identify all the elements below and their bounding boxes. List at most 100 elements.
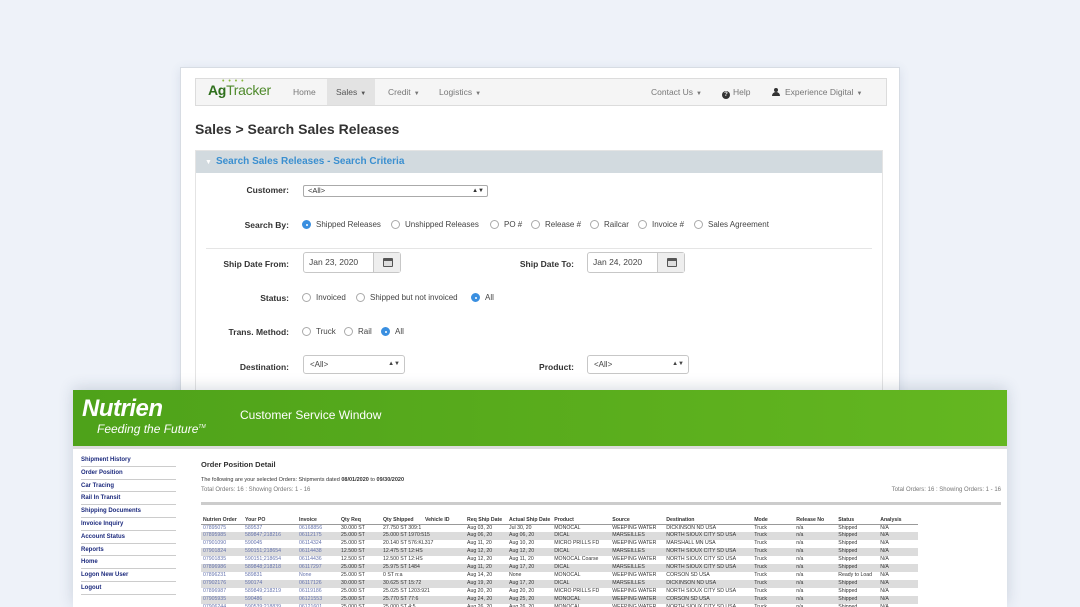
nav-logistics[interactable]: Logistics ▼: [439, 79, 481, 105]
sidebar-item-shipping-documents[interactable]: Shipping Documents: [81, 505, 176, 518]
table-row[interactable]: 07896231 589831 None 25.000 ST 0 ST n:a Aug 1…: [201, 572, 918, 580]
table-cell-link[interactable]: 06114324: [297, 540, 339, 548]
nav-contact[interactable]: Contact Us ▼: [651, 79, 702, 105]
column-header[interactable]: Actual Ship Date: [507, 512, 553, 525]
column-header[interactable]: Vehicle ID: [423, 512, 465, 525]
table-cell-link[interactable]: 590151;218654: [243, 548, 297, 557]
column-header[interactable]: Qty Shipped: [381, 512, 423, 525]
nav-user[interactable]: Experience Digital ▼: [772, 79, 862, 105]
calendar-icon[interactable]: [657, 253, 684, 272]
sidebar-item-logout[interactable]: Logout: [81, 582, 176, 595]
table-cell-link[interactable]: 07895985: [201, 532, 243, 541]
sidebar-item-account-status[interactable]: Account Status: [81, 531, 176, 544]
nutrien-logo[interactable]: Nutrien: [82, 395, 163, 423]
table-cell-link[interactable]: 590174: [243, 580, 297, 589]
radio-railcar[interactable]: Railcar: [590, 220, 629, 229]
table-cell-link[interactable]: 589849;218219: [243, 588, 297, 596]
column-header[interactable]: Product: [552, 512, 611, 525]
sidebar-item-car-tracing[interactable]: Car Tracing: [81, 480, 176, 493]
table-cell-link[interactable]: 590045: [243, 540, 297, 548]
column-header[interactable]: Invoice: [297, 512, 339, 525]
table-cell-link[interactable]: 06117297: [297, 564, 339, 573]
sidebar-item-rail-in-transit[interactable]: Rail In Transit: [81, 492, 176, 506]
table-cell-link[interactable]: 589831: [243, 572, 297, 580]
column-header[interactable]: Your PO: [243, 512, 297, 525]
nav-sales[interactable]: Sales ▼: [327, 79, 376, 105]
table-cell-link[interactable]: 589848;218218: [243, 564, 297, 573]
radio-shipped-releases[interactable]: Shipped Releases: [302, 220, 381, 229]
destination-select[interactable]: <All> ▲▼: [303, 355, 405, 374]
nav-credit[interactable]: Credit ▼: [388, 79, 420, 105]
table-cell-link[interactable]: 07905935: [201, 596, 243, 605]
table-row[interactable]: 07902176 590174 06117126 30.000 ST 30.625 ST…: [201, 580, 919, 589]
table-cell-link[interactable]: 589537: [243, 524, 297, 532]
radio-po[interactable]: PO #: [490, 220, 522, 229]
table-row[interactable]: 07895985 589847;218216 06112175 25.000 ST 25…: [201, 532, 919, 541]
ship-date-to-input[interactable]: Jan 24, 2020: [587, 252, 685, 273]
panel-header[interactable]: ▼ Search Sales Releases - Search Criteria: [196, 151, 882, 173]
column-header[interactable]: Mode: [752, 512, 795, 525]
table-cell-link[interactable]: 06121553: [297, 596, 339, 605]
table-cell-link[interactable]: 07901824: [201, 548, 243, 557]
radio-sales-agreement[interactable]: Sales Agreement: [694, 220, 769, 229]
column-header[interactable]: Req Ship Date: [465, 512, 507, 525]
column-header[interactable]: Analysis: [878, 512, 919, 525]
nav-help[interactable]: ? Help: [722, 79, 750, 105]
radio-invoice[interactable]: Invoice #: [638, 220, 684, 229]
table-cell-link[interactable]: 07901090: [201, 540, 243, 548]
column-header[interactable]: Source: [610, 512, 665, 525]
ship-date-from-input[interactable]: Jan 23, 2020: [303, 252, 401, 273]
radio-invoiced[interactable]: Invoiced: [302, 293, 346, 302]
table-cell-link[interactable]: 589847;218216: [243, 532, 297, 541]
column-header[interactable]: Qty Req: [339, 512, 381, 525]
table-cell-link[interactable]: 06114438: [297, 548, 339, 557]
table-cell-link[interactable]: 06112175: [297, 532, 339, 541]
sidebar-item-home[interactable]: Home: [81, 556, 176, 570]
table-cell-link[interactable]: 06114436: [297, 556, 339, 564]
product-label: Product:: [539, 362, 574, 372]
table-row[interactable]: 07896986 589848;218218 06117297 25.000 ST 25…: [201, 564, 919, 573]
table-cell-link[interactable]: 07896987: [201, 588, 243, 596]
radio-shipped-not-invoiced[interactable]: Shipped but not invoiced: [356, 293, 458, 302]
table-row[interactable]: 07905935 590486 06121553 25.000 ST 25.770 ST…: [201, 596, 919, 605]
table-cell-link[interactable]: None: [297, 572, 339, 580]
table-cell-link[interactable]: 07901835: [201, 556, 243, 564]
table-cell: Aug 03, 20: [467, 524, 493, 531]
table-row[interactable]: 07896987 589849;218219 06119186 25.000 ST 25…: [201, 588, 918, 596]
table-cell-link[interactable]: 07896986: [201, 564, 243, 573]
table-cell-link[interactable]: 06168856: [297, 524, 339, 532]
sidebar-item-reports[interactable]: Reports: [81, 544, 176, 557]
radio-truck[interactable]: Truck: [302, 327, 336, 336]
table-cell-link[interactable]: 07902176: [201, 580, 243, 589]
column-header[interactable]: Destination: [664, 512, 753, 525]
table-cell-link[interactable]: 06117126: [297, 580, 339, 589]
table-cell-link[interactable]: 07896231: [201, 572, 243, 580]
radio-unshipped-releases[interactable]: Unshipped Releases: [391, 220, 479, 229]
table-row[interactable]: 07901824 590151;218654 06114438 12.500 ST 12…: [201, 548, 919, 557]
sidebar-item-invoice-inquiry[interactable]: Invoice Inquiry: [81, 518, 176, 531]
customer-select[interactable]: <All> ▲▼: [303, 185, 488, 197]
table-cell-link[interactable]: 07895075: [201, 524, 243, 532]
table-cell: Aug 06, 20: [465, 532, 507, 541]
sidebar-item-order-position[interactable]: Order Position: [81, 467, 176, 480]
radio-status-all[interactable]: All: [471, 293, 494, 302]
table-cell: 25.000 ST: [341, 572, 365, 579]
radio-release[interactable]: Release #: [531, 220, 581, 229]
radio-trans-all[interactable]: All: [381, 327, 404, 336]
table-row[interactable]: 07901835 590151;218654 06114436 12.500 ST 12…: [201, 556, 918, 564]
radio-rail[interactable]: Rail: [344, 327, 372, 336]
sidebar-item-shipment-history[interactable]: Shipment History: [81, 454, 176, 467]
table-cell-link[interactable]: 06119186: [297, 588, 339, 596]
column-header[interactable]: Status: [836, 512, 879, 525]
sidebar-item-logon-new-user[interactable]: Logon New User: [81, 569, 176, 582]
table-cell-link[interactable]: 590486: [243, 596, 297, 605]
product-select[interactable]: <All> ▲▼: [587, 355, 689, 374]
table-row[interactable]: 07901090 590045 06114324 25.000 ST 20.140 ST…: [201, 540, 918, 548]
column-header[interactable]: Nutrien Order: [201, 512, 243, 525]
nav-home[interactable]: Home: [293, 79, 316, 105]
calendar-icon[interactable]: [373, 253, 400, 272]
table-cell-link[interactable]: 590151;218654: [243, 556, 297, 564]
agtracker-logo[interactable]: • • • • AgTracker: [208, 78, 271, 98]
table-row[interactable]: 07895075 589537 06168856 30.000 ST 27.750 ST…: [201, 524, 918, 532]
column-header[interactable]: Release No: [794, 512, 837, 525]
